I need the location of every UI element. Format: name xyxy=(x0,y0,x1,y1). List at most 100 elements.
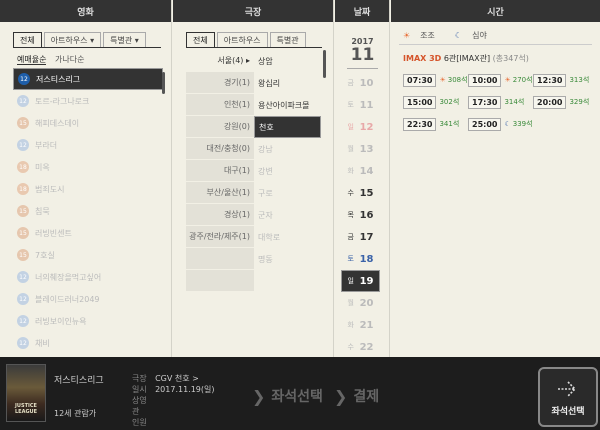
movie-item[interactable]: 12 채비 xyxy=(13,332,163,354)
summary-theater[interactable]: CGV 천호 > xyxy=(155,373,199,384)
movie-item[interactable]: 15 침묵 xyxy=(13,200,163,222)
cinema-item[interactable]: 강변 xyxy=(254,160,321,182)
age-rating-badge: 12 xyxy=(17,315,29,327)
showtime-slot[interactable]: 10:00 ☀ 270석 xyxy=(468,69,533,91)
movie-poster: JUSTICE LEAGUE xyxy=(6,364,46,422)
age-rating-badge: 15 xyxy=(17,117,29,129)
movie-item[interactable]: 12 블레이드러너2049 xyxy=(13,288,163,310)
showtime-button[interactable]: 22:30 xyxy=(403,117,437,131)
cinema-item[interactable]: 천호 xyxy=(254,116,321,138)
region-item[interactable]: 서울(4) ▸ xyxy=(186,50,254,72)
summary-date: 2017.11.19(일) xyxy=(155,385,215,394)
chevron-down-icon: ▾ xyxy=(90,35,95,45)
movie-item[interactable]: 15 해피데스데이 xyxy=(13,112,163,134)
cinema-item[interactable]: 상암 xyxy=(254,50,321,72)
movie-item[interactable]: 12 너의췌장을먹고싶어 xyxy=(13,266,163,288)
time-header: 시간 xyxy=(391,0,600,22)
moon-icon: ☾ xyxy=(504,120,511,128)
date-item[interactable]: 월 13 xyxy=(341,138,380,160)
cinema-item[interactable]: 구로 xyxy=(254,182,321,204)
date-item[interactable]: 수 22 xyxy=(341,336,380,357)
date-item[interactable]: 일 19 xyxy=(341,270,380,292)
theater-tab-arthouse[interactable]: 아트하우스 xyxy=(216,32,268,48)
cinema-item[interactable]: 강남 xyxy=(254,138,321,160)
showtime-slot[interactable]: 22:30 341석 xyxy=(403,113,468,135)
theater-scrollbar[interactable] xyxy=(323,50,326,78)
seat-select-button[interactable]: 좌석선택 xyxy=(538,367,598,427)
movie-tab-special[interactable]: 특별관 ▾ xyxy=(103,32,146,48)
showtime-button[interactable]: 15:00 xyxy=(403,95,437,109)
movie-tab-all[interactable]: 전체 xyxy=(13,32,42,48)
showtime-button[interactable]: 20:00 xyxy=(533,95,567,109)
showtime-slot[interactable]: 25:00 ☾ 339석 xyxy=(468,113,533,135)
region-item[interactable]: 강원(0) xyxy=(186,116,254,138)
date-item[interactable]: 금 10 xyxy=(341,72,380,94)
date-item[interactable]: 금 17 xyxy=(341,226,380,248)
cinema-item[interactable]: 명동 xyxy=(254,248,321,270)
time-column: 시간 ☀ 조조 ☾ 심야 IMAX 3D 6관[IMAX관] (총347석) 07:… xyxy=(391,0,600,357)
showtime-slot[interactable]: 07:30 ☀ 308석 xyxy=(403,69,468,91)
movie-item[interactable]: 12 부라더 xyxy=(13,134,163,156)
region-item[interactable]: 경기(1) xyxy=(186,72,254,94)
date-item[interactable]: 토 11 xyxy=(341,94,380,116)
hall-seat-count: (총347석) xyxy=(492,54,529,63)
age-rating-badge: 15 xyxy=(17,205,29,217)
showtime-grid: 07:30 ☀ 308석 10:00 ☀ 270석 12:30 313석 15:00 302… xyxy=(403,69,598,135)
movie-tab-arthouse[interactable]: 아트하우스 ▾ xyxy=(43,32,102,48)
date-header: 날짜 xyxy=(335,0,389,22)
showtime-button[interactable]: 17:30 xyxy=(468,95,502,109)
theater-tab-special[interactable]: 특별관 xyxy=(269,32,306,48)
movie-item[interactable]: 12 토르-라그나로크 xyxy=(13,90,163,112)
region-item[interactable]: 부산/울산(1) xyxy=(186,182,254,204)
chevron-right-icon: ❯ xyxy=(252,386,266,406)
movie-item[interactable]: 18 미옥 xyxy=(13,156,163,178)
age-rating-badge: 12 xyxy=(17,271,29,283)
region-item[interactable]: 경상(1) xyxy=(186,204,254,226)
region-item[interactable]: 대구(1) xyxy=(186,160,254,182)
date-item[interactable]: 화 21 xyxy=(341,314,380,336)
movie-scrollbar[interactable] xyxy=(162,72,165,94)
movie-column: 영화 전체 아트하우스 ▾ 특별관 ▾ 예매율순 가나다순 12 저스티스리그 1… xyxy=(0,0,172,357)
sun-icon: ☀ xyxy=(403,31,411,40)
movie-item[interactable]: 12 러빙보이인뉴욕 xyxy=(13,310,163,332)
movie-item[interactable]: 12 저스티스리그 xyxy=(13,68,163,90)
showtime-slot[interactable]: 17:30 314석 xyxy=(468,91,533,113)
showtime-button[interactable]: 12:30 xyxy=(533,73,567,87)
date-item[interactable]: 일 12 xyxy=(341,116,380,138)
step-seat-select: ❯ 좌석선택 xyxy=(252,386,323,406)
date-divider xyxy=(347,68,378,69)
hall-name: 6관[IMAX관] xyxy=(443,54,491,63)
movie-sort: 예매율순 가나다순 xyxy=(17,54,90,65)
age-rating-badge: 12 xyxy=(17,337,29,349)
showtime-button[interactable]: 07:30 xyxy=(403,73,437,87)
movie-item[interactable]: 18 범죄도시 xyxy=(13,178,163,200)
date-item[interactable]: 수 15 xyxy=(341,182,380,204)
theater-tab-all[interactable]: 전체 xyxy=(186,32,215,48)
region-item[interactable]: 대전/충청(0) xyxy=(186,138,254,160)
cinema-item[interactable]: 왕십리 xyxy=(254,72,321,94)
showtime-button[interactable]: 25:00 xyxy=(468,117,502,131)
cinema-item[interactable]: 군자 xyxy=(254,204,321,226)
age-rating-badge: 15 xyxy=(17,227,29,239)
showtime-slot[interactable]: 12:30 313석 xyxy=(533,69,598,91)
date-item[interactable]: 월 20 xyxy=(341,292,380,314)
summary-movie-title: 저스티스리그 xyxy=(54,376,104,386)
showtime-button[interactable]: 10:00 xyxy=(468,73,502,87)
date-item[interactable]: 목 16 xyxy=(341,204,380,226)
showtime-slot[interactable]: 15:00 302석 xyxy=(403,91,468,113)
date-list: 금 10 토 11 일 12 월 13 화 14 수 15 목 16 금 17 토 18 일 19 … xyxy=(341,72,380,357)
date-item[interactable]: 토 18 xyxy=(341,248,380,270)
region-item[interactable]: 인천(1) xyxy=(186,94,254,116)
tab-divider xyxy=(186,47,322,48)
sort-by-rate[interactable]: 예매율순 xyxy=(17,55,47,65)
showtime-slot[interactable]: 20:00 329석 xyxy=(533,91,598,113)
cinema-item[interactable]: 대학로 xyxy=(254,226,321,248)
date-item[interactable]: 화 14 xyxy=(341,160,380,182)
region-item[interactable]: 광주/전라/제주(1) xyxy=(186,226,254,248)
cinema-item[interactable]: 용산아이파크몰 xyxy=(254,94,321,116)
date-column: 날짜 2017 11 금 10 토 11 일 12 월 13 화 14 수 15 목 16 금… xyxy=(335,0,390,357)
sort-by-name[interactable]: 가나다순 xyxy=(55,55,84,64)
movie-item[interactable]: 15 러빙빈센트 xyxy=(13,222,163,244)
movie-item[interactable]: 15 7호실 xyxy=(13,244,163,266)
movie-header: 영화 xyxy=(0,0,171,22)
